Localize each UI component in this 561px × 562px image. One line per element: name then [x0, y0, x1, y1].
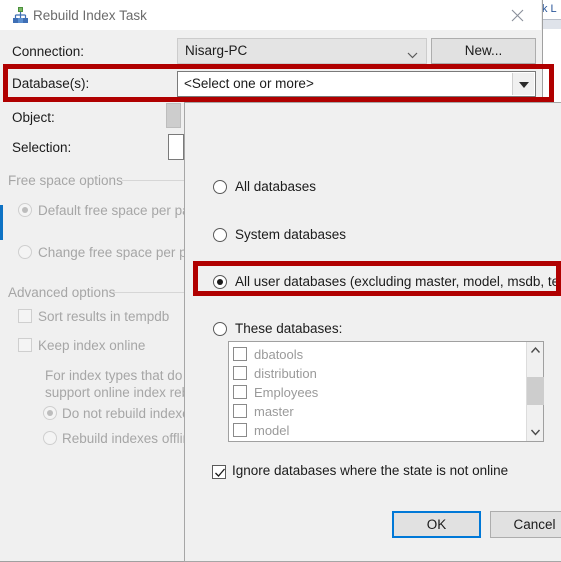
ok-button-label: OK — [426, 517, 447, 532]
free-space-group-title: Free space options — [8, 173, 123, 188]
online-note-line-2: support online index rebuil — [45, 385, 203, 400]
list-scrollbar[interactable] — [526, 342, 544, 441]
cancel-button[interactable]: Cancel — [490, 511, 561, 538]
focus-accent-bar — [0, 205, 3, 240]
rebuild-offline-label: Rebuild indexes offline — [62, 431, 198, 446]
radio-all-user-databases-icon — [213, 275, 227, 289]
default-free-space-label: Default free space per page — [38, 203, 205, 218]
option-all-user-databases-label: All user databases (excluding master, mo… — [235, 274, 561, 289]
option-all-databases-label: All databases — [235, 179, 317, 194]
checkbox-ignore-offline[interactable] — [212, 465, 226, 479]
checkbox-keep-index-online[interactable] — [18, 338, 32, 352]
radio-these-databases-icon — [213, 322, 227, 336]
checkbox-dbatools[interactable] — [233, 347, 247, 361]
object-combo-partial[interactable] — [166, 103, 181, 128]
selection-field-partial[interactable] — [168, 134, 184, 160]
database-list-box[interactable]: dbatools distribution Employees master m… — [228, 341, 544, 442]
title-bar[interactable]: Rebuild Index Task — [0, 0, 541, 31]
advanced-group-title: Advanced options — [8, 285, 116, 300]
list-item-label: master — [254, 404, 294, 419]
radio-all-databases-icon — [213, 180, 227, 194]
ignore-offline-label: Ignore databases where the state is not … — [232, 463, 509, 478]
checkbox-sort-in-tempdb[interactable] — [18, 309, 32, 323]
checkbox-model[interactable] — [233, 423, 247, 437]
object-label: Object: — [12, 110, 55, 125]
background-window-tab[interactable]: k L — [542, 0, 561, 19]
online-note-line-1: For index types that do not — [45, 368, 205, 383]
radio-change-free-space[interactable] — [18, 245, 32, 259]
ok-button[interactable]: OK — [392, 511, 481, 538]
scroll-up-icon[interactable] — [527, 342, 544, 359]
databases-label: Database(s): — [12, 76, 90, 91]
rebuild-index-icon — [12, 7, 29, 24]
window-title: Rebuild Index Task — [33, 8, 147, 23]
new-connection-button[interactable]: New... — [431, 38, 536, 64]
checkbox-employees[interactable] — [233, 385, 247, 399]
radio-system-databases-icon — [213, 228, 227, 242]
databases-dropdown-arrow[interactable] — [512, 73, 534, 95]
connection-value: Nisarg-PC — [185, 43, 248, 58]
scroll-down-icon[interactable] — [527, 424, 544, 441]
radio-do-not-rebuild[interactable] — [43, 406, 57, 420]
background-tab-label: k L — [542, 3, 557, 15]
scroll-thumb[interactable] — [527, 377, 544, 405]
close-icon[interactable] — [496, 0, 541, 30]
databases-value: <Select one or more> — [184, 76, 314, 91]
new-connection-label: New... — [464, 43, 503, 58]
option-system-databases-label: System databases — [235, 227, 347, 242]
option-these-databases-label: These databases: — [235, 321, 343, 336]
list-item-label: distribution — [254, 366, 317, 381]
databases-combo[interactable]: <Select one or more> — [177, 71, 536, 97]
background-window-toolbar — [542, 19, 561, 29]
radio-rebuild-offline[interactable] — [43, 431, 57, 445]
checkbox-master[interactable] — [233, 404, 247, 418]
radio-default-free-space[interactable] — [18, 203, 32, 217]
list-item-label: model — [254, 423, 290, 438]
do-not-rebuild-label: Do not rebuild indexes — [62, 406, 197, 421]
chevron-down-icon — [407, 47, 418, 62]
free-space-group-divider — [122, 180, 184, 181]
connection-label: Connection: — [12, 44, 85, 59]
checkbox-distribution[interactable] — [233, 366, 247, 380]
databases-dropdown-panel: All databases System databases All user … — [184, 102, 561, 562]
cancel-button-label: Cancel — [513, 517, 556, 532]
sort-in-tempdb-label: Sort results in tempdb — [38, 309, 170, 324]
list-item-label: dbatools — [254, 347, 304, 362]
connection-combo[interactable]: Nisarg-PC — [177, 38, 427, 64]
selection-label: Selection: — [12, 140, 72, 155]
list-item-label: Employees — [254, 385, 319, 400]
keep-index-online-label: Keep index online — [38, 338, 146, 353]
triangle-down-icon — [519, 82, 529, 88]
advanced-group-divider — [112, 292, 184, 293]
screen: k L Rebuild Index Task Connection: Nisar… — [0, 0, 561, 562]
